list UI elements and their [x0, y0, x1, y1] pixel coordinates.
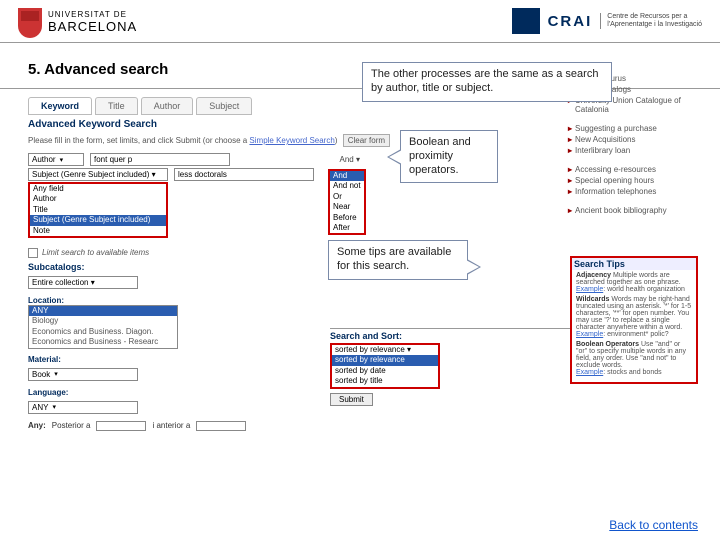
subcatalogs-select[interactable]: Entire collection ▾: [28, 276, 138, 289]
sort-dropdown-open[interactable]: sorted by relevance ▾ sorted by relevanc…: [330, 343, 440, 389]
tab-subject[interactable]: Subject: [196, 97, 252, 115]
sort-item[interactable]: sorted by title: [332, 376, 438, 386]
year-after-label: Posterior a: [52, 421, 91, 430]
tab-author[interactable]: Author: [141, 97, 194, 115]
tip-row: Wildcards Words may be right-hand trunca…: [576, 296, 692, 338]
dd2-item[interactable]: And not: [330, 181, 364, 191]
tip-row: Boolean Operators Use "and" or "or" to s…: [576, 341, 692, 376]
rlink[interactable]: New Acquisitions: [575, 135, 635, 144]
dd2-item[interactable]: After: [330, 223, 364, 233]
field-select-2[interactable]: Subject (Genre Subject included) ▾: [28, 168, 168, 181]
callout-processes: The other processes are the same as a se…: [362, 62, 612, 102]
rlink[interactable]: Special opening hours: [575, 176, 654, 185]
limit-checkbox[interactable]: [28, 248, 38, 258]
rlink[interactable]: Ancient book bibliography: [575, 206, 667, 215]
back-to-contents-link[interactable]: Back to contents: [609, 518, 698, 532]
crai-sub2: l'Aprenentatge i la Investigació: [607, 21, 702, 29]
sort-section: Search and Sort: sorted by relevance ▾ s…: [330, 328, 588, 407]
tab-keyword[interactable]: Keyword: [28, 97, 92, 115]
logo-ub: UNIVERSITAT DE BARCELONA: [18, 8, 137, 38]
dd1-item[interactable]: Note: [30, 226, 166, 236]
simple-search-link[interactable]: Simple Keyword Search: [249, 136, 334, 145]
chevron-down-icon: ▾: [60, 156, 64, 164]
dd2-item[interactable]: Before: [330, 213, 364, 223]
dd2-item[interactable]: Near: [330, 202, 364, 212]
callout-boolean: Boolean and proximity operators.: [400, 130, 498, 183]
dd2-item[interactable]: Or: [330, 192, 364, 202]
term-input-2[interactable]: less doctorals: [174, 168, 314, 181]
clear-form-button[interactable]: Clear form: [343, 134, 390, 147]
instruct-suffix: ): [335, 136, 338, 145]
location-item[interactable]: Biology: [29, 316, 177, 326]
dd1-item[interactable]: Any field: [30, 184, 166, 194]
logo-crai: CRAI Centre de Recursos per a l'Aprenent…: [512, 8, 702, 34]
bool-label-1: And ▾: [340, 155, 360, 164]
dd1-item-selected[interactable]: Subject (Genre Subject included): [30, 215, 166, 225]
sort-item[interactable]: sorted by date: [332, 366, 438, 376]
callout-tips: Some tips are available for this search.: [328, 240, 468, 280]
rlink[interactable]: Interlibrary loan: [575, 146, 630, 155]
field-select-1[interactable]: Author▾: [28, 153, 84, 166]
search-tips-box: Search Tips Adjacency Multiple words are…: [570, 256, 698, 384]
language-select[interactable]: ANY▾: [28, 401, 138, 414]
crai-sub1: Centre de Recursos per a: [607, 13, 702, 21]
location-item[interactable]: ANY: [29, 306, 177, 316]
crai-icon: [512, 8, 540, 34]
field-dropdown-open[interactable]: Any field Author Title Subject (Genre Su…: [28, 182, 168, 238]
page-header: UNIVERSITAT DE BARCELONA CRAI Centre de …: [0, 0, 720, 43]
dd1-item[interactable]: Author: [30, 194, 166, 204]
year-before-input[interactable]: [196, 421, 246, 431]
year-before-label: i anterior a: [152, 421, 190, 430]
tip-row: Adjacency Multiple words are searched to…: [576, 272, 692, 293]
sort-item-selected[interactable]: sorted by relevance: [332, 355, 438, 365]
boolean-dropdown-open[interactable]: And And not Or Near Before After: [328, 169, 366, 235]
location-item[interactable]: Economics and Business. Diagon.: [29, 327, 177, 337]
year-label: Any:: [28, 421, 46, 430]
dd2-item-selected[interactable]: And: [330, 171, 364, 181]
sort-title: Search and Sort:: [330, 328, 588, 341]
shield-icon: [18, 8, 42, 38]
material-select[interactable]: Book▾: [28, 368, 138, 381]
sort-item[interactable]: sorted by relevance ▾: [332, 345, 438, 355]
year-after-input[interactable]: [96, 421, 146, 431]
instruct-prefix: Please fill in the form, set limits, and…: [28, 136, 249, 145]
crai-acronym: CRAI: [548, 13, 593, 30]
tab-title[interactable]: Title: [95, 97, 138, 115]
year-row: Any: Posterior a i anterior a: [28, 421, 720, 431]
dd1-item[interactable]: Title: [30, 205, 166, 215]
location-item[interactable]: Economics and Business - Researc: [29, 337, 177, 347]
logo-ub-line2: BARCELONA: [48, 20, 137, 34]
term-input-1[interactable]: font quer p: [90, 153, 230, 166]
rlink[interactable]: Information telephones: [575, 187, 656, 196]
rlink[interactable]: Suggesting a purchase: [575, 124, 657, 133]
submit-button[interactable]: Submit: [330, 393, 373, 406]
rlink[interactable]: Accessing e-resources: [575, 165, 656, 174]
limit-label: Limit search to available items: [42, 248, 149, 257]
tips-title: Search Tips: [572, 258, 696, 270]
location-listbox[interactable]: ANY Biology Economics and Business. Diag…: [28, 305, 178, 349]
